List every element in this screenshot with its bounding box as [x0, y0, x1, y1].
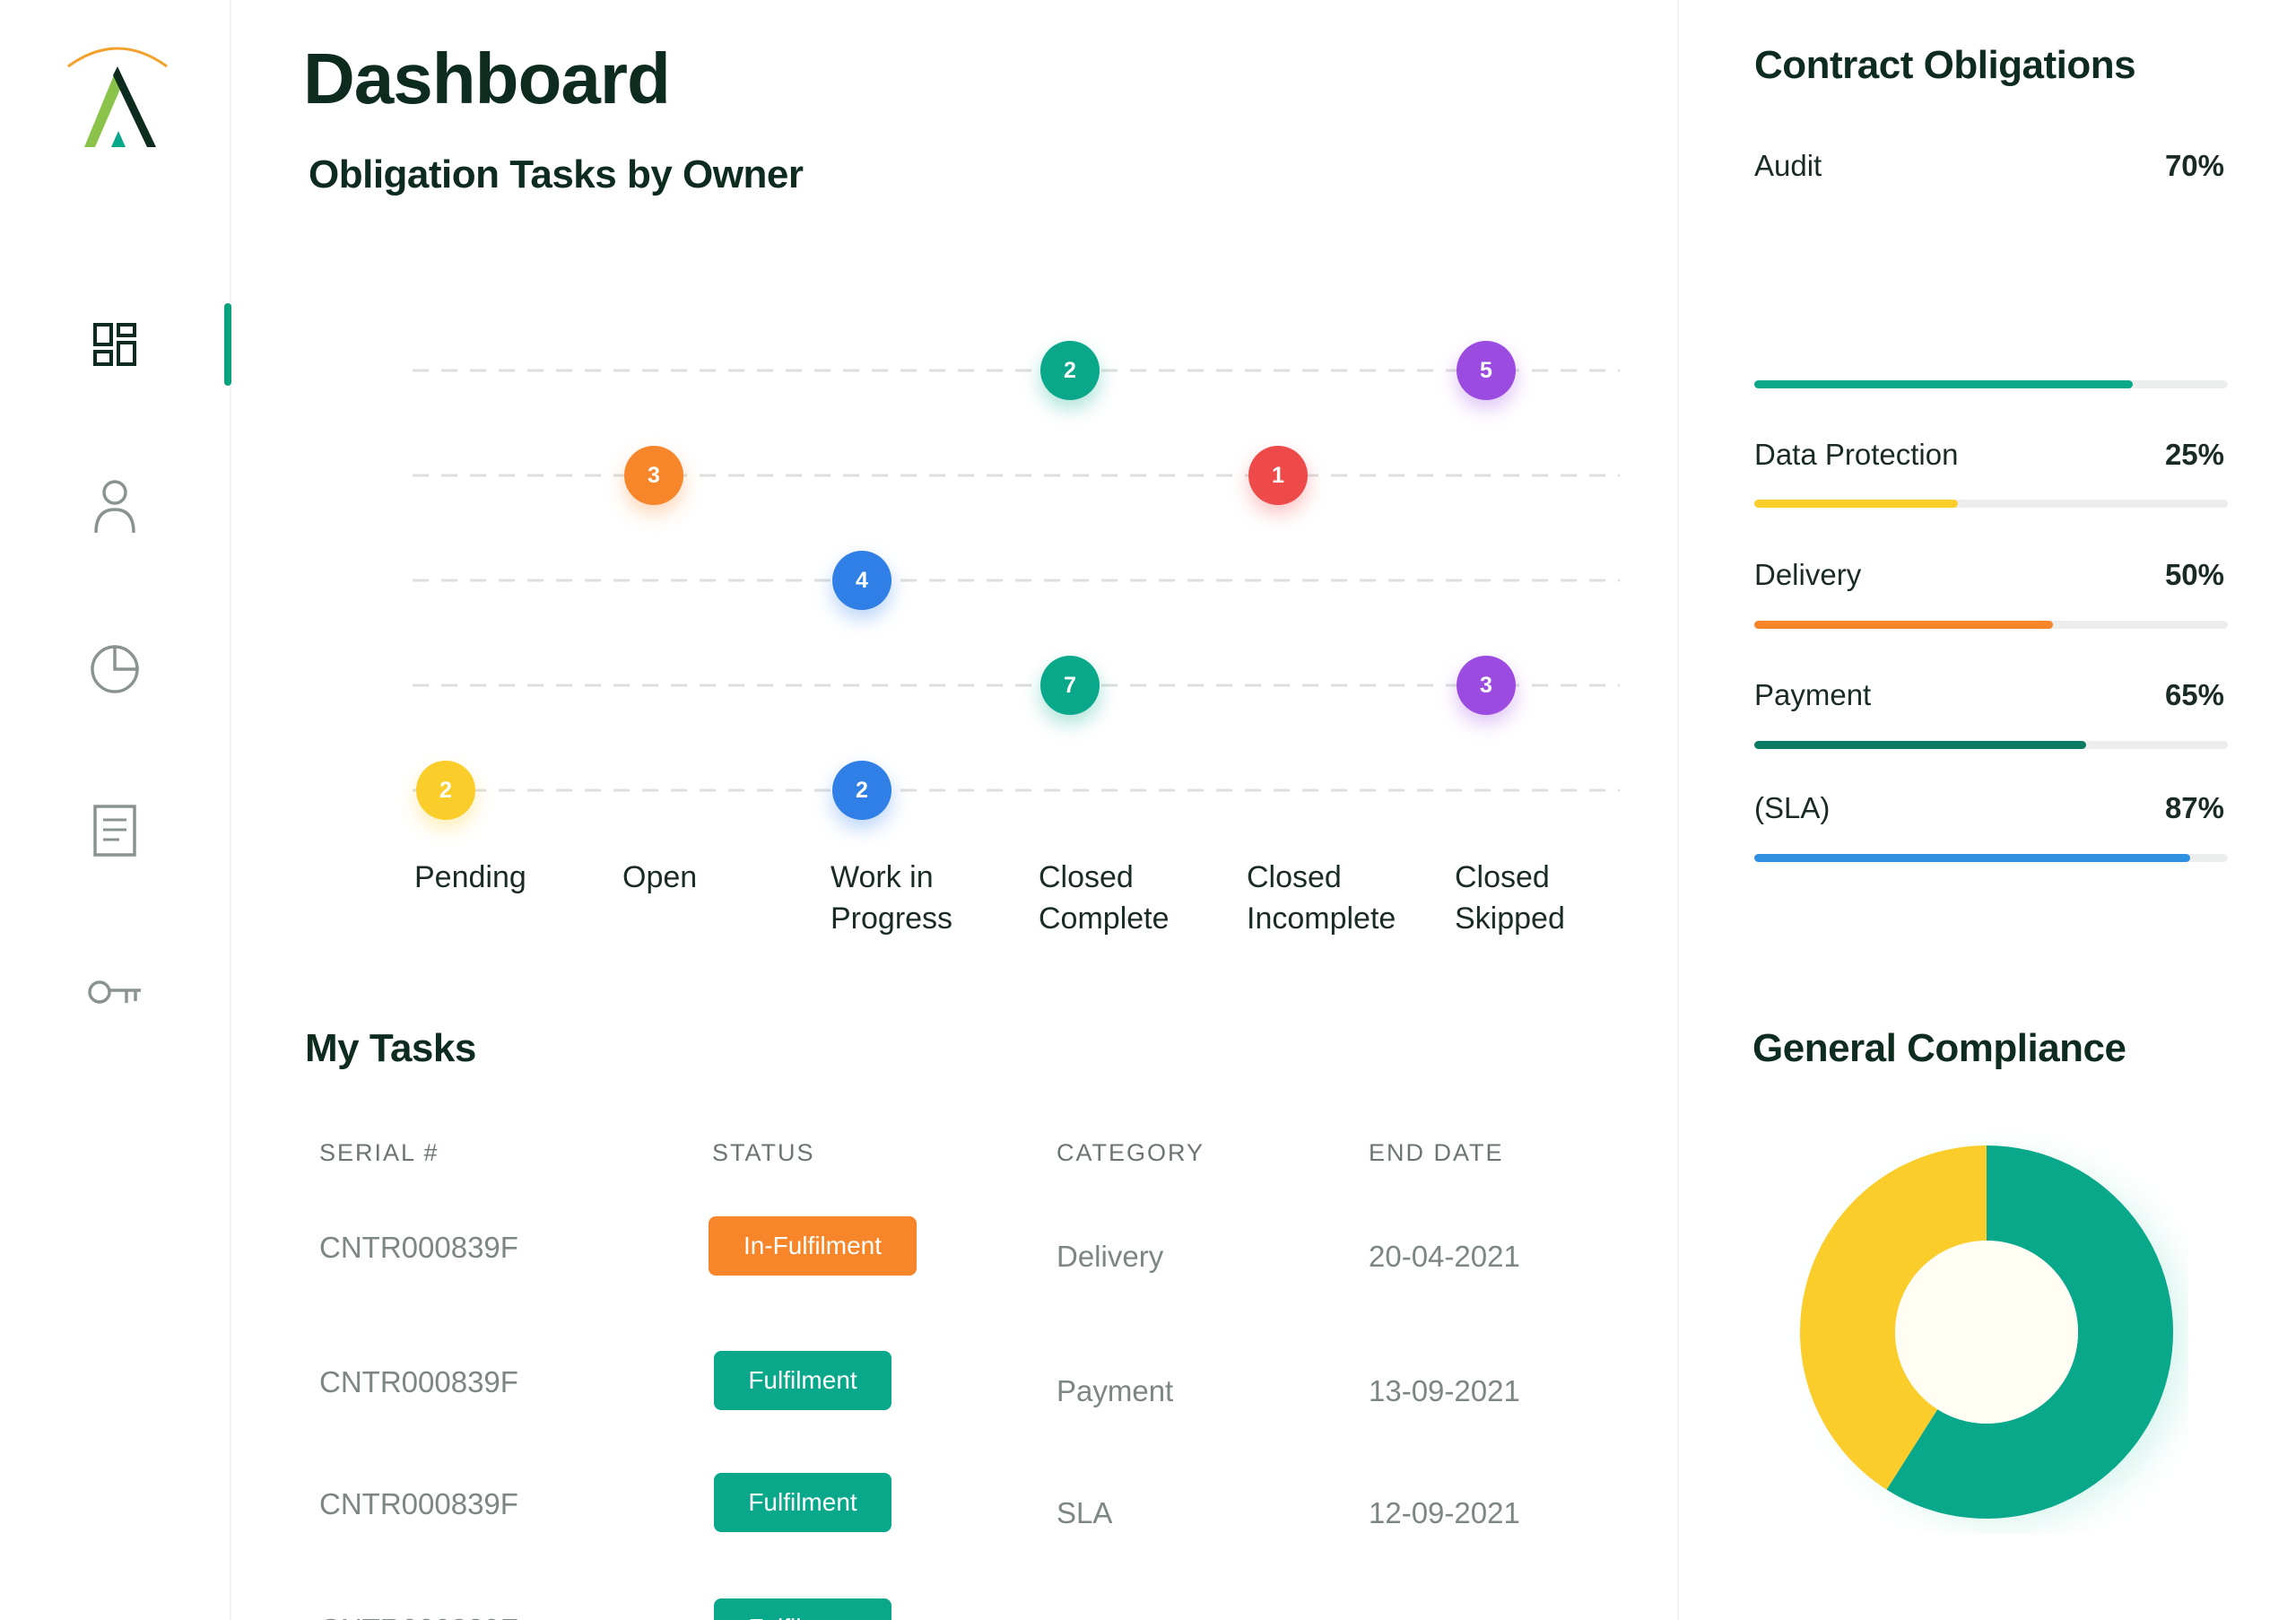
general-compliance-donut — [1799, 1145, 2188, 1525]
pie-chart-icon — [91, 645, 139, 693]
obligation-label-sla: (SLA) — [1754, 791, 1831, 824]
obligation-label-payment: Payment — [1754, 678, 1872, 711]
donut-hole — [1895, 1241, 2078, 1424]
nav-users[interactable] — [83, 474, 147, 538]
obligation-value-data-protection: 25% — [2164, 438, 2224, 471]
sidebar — [0, 0, 231, 1620]
obligation-progress-delivery — [1754, 621, 2228, 629]
scatter-point-closed-incomplete-2[interactable]: 1 — [1248, 446, 1308, 505]
task-category: Payment — [1057, 1374, 1174, 1407]
col-header-category: CATEGORY — [1057, 1139, 1205, 1166]
task-status-badge: Fulfilment — [714, 1473, 891, 1532]
scatter-point-pending-5[interactable]: 2 — [416, 761, 475, 820]
task-status-badge: In-Fulfilment — [709, 1216, 917, 1276]
obligation-label-audit: Audit — [1754, 149, 1822, 182]
task-status-badge: Fulfilment — [714, 1598, 891, 1620]
user-icon — [94, 480, 135, 534]
task-category: SLA — [1057, 1496, 1113, 1529]
obligation-label-delivery: Delivery — [1754, 558, 1862, 591]
nav-dashboard[interactable] — [83, 312, 147, 377]
obligation-progress-sla — [1754, 854, 2228, 862]
x-tick-work-in-progress: Work in Progress — [831, 860, 953, 936]
x-tick-pending: Pending — [414, 860, 526, 894]
x-tick-open: Open — [622, 860, 698, 894]
obligation-scatter-chart: 2 3 4 2 2 7 1 5 3 Pending Open Work in Progress Close… — [395, 305, 1632, 936]
obligation-progress-fill — [1754, 380, 2134, 388]
obligation-progress-fill — [1754, 621, 2053, 629]
app-logo[interactable] — [59, 39, 176, 156]
nav-reports[interactable] — [83, 637, 147, 701]
scatter-point-work-in-progress-3[interactable]: 4 — [832, 551, 891, 610]
contract-obligations-title: Contract Obligations — [1754, 43, 2136, 87]
scatter-point-open-2[interactable]: 3 — [624, 446, 683, 505]
obligation-value-payment: 65% — [2164, 678, 2224, 711]
task-serial[interactable]: CNTR000839F — [319, 1365, 518, 1399]
col-header-status: STATUS — [712, 1139, 815, 1166]
col-header-serial: SERIAL # — [319, 1139, 439, 1166]
scatter-point-closed-complete-1[interactable]: 2 — [1040, 341, 1100, 400]
task-end-date: 13-09-2021 — [1369, 1374, 1520, 1407]
obligation-label-data-protection: Data Protection — [1754, 438, 1959, 471]
x-tick-closed-incomplete: Closed Incomplete — [1247, 860, 1396, 936]
obligation-value-sla: 87% — [2164, 791, 2224, 824]
task-end-date: 12-09-2021 — [1369, 1496, 1520, 1529]
obligation-progress-fill — [1754, 741, 2086, 749]
panel-divider — [1677, 0, 1679, 1620]
x-tick-closed-skipped: Closed Skipped — [1455, 860, 1565, 936]
page-title: Dashboard — [303, 39, 671, 118]
dashboard-grid-icon — [93, 323, 136, 366]
key-icon — [88, 980, 141, 1004]
document-icon — [93, 805, 136, 857]
obligation-progress-fill — [1754, 854, 2190, 862]
scatter-point-closed-complete-4[interactable]: 7 — [1040, 656, 1100, 715]
nav-documents[interactable] — [83, 798, 147, 863]
task-category: Delivery — [1057, 1240, 1164, 1273]
obligation-progress-audit — [1754, 380, 2228, 388]
obligation-progress-payment — [1754, 741, 2228, 749]
task-status-badge: Fulfilment — [714, 1351, 891, 1410]
obligation-chart-title: Obligation Tasks by Owner — [309, 152, 804, 196]
x-tick-closed-complete: Closed Complete — [1039, 860, 1170, 936]
task-serial[interactable]: CNTR000839F — [319, 1231, 518, 1265]
task-serial[interactable]: CNTR000839F — [319, 1487, 518, 1521]
general-compliance-title: General Compliance — [1752, 1026, 2126, 1070]
scatter-gridlines — [413, 369, 1620, 792]
task-serial[interactable]: CNTR000839F — [319, 1613, 518, 1620]
scatter-point-work-in-progress-5[interactable]: 2 — [832, 761, 891, 820]
obligation-progress-data-protection — [1754, 500, 2228, 508]
obligation-value-delivery: 50% — [2164, 558, 2224, 591]
scatter-point-closed-skipped-4[interactable]: 3 — [1457, 656, 1516, 715]
nav-keys[interactable] — [83, 960, 147, 1024]
nav-active-indicator — [224, 303, 231, 386]
obligation-progress-fill — [1754, 500, 1959, 508]
obligation-value-audit: 70% — [2164, 149, 2224, 182]
my-tasks-title: My Tasks — [305, 1026, 476, 1070]
col-header-end-date: END DATE — [1369, 1139, 1504, 1166]
task-end-date: 20-04-2021 — [1369, 1240, 1520, 1273]
scatter-point-closed-skipped-1[interactable]: 5 — [1457, 341, 1516, 400]
